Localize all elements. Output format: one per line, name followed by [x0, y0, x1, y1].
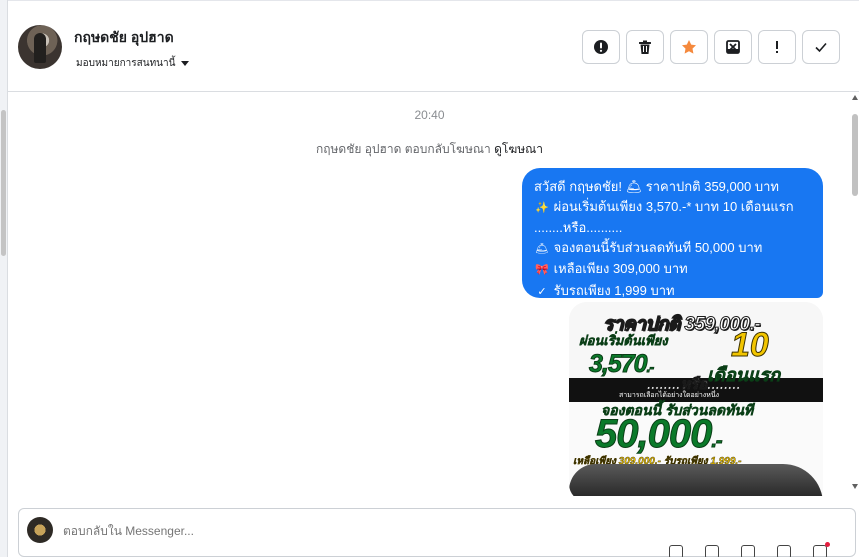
report-spam-button[interactable]: [582, 30, 620, 64]
caret-down-icon: [181, 61, 190, 66]
inbox-x-icon: [726, 40, 740, 54]
scroll-down-arrow-icon[interactable]: [852, 484, 858, 489]
sparkles-icon: ✨: [535, 201, 549, 214]
tag-icon[interactable]: [705, 545, 719, 557]
composer-tools: [669, 542, 830, 557]
car-image: [569, 464, 823, 496]
ad-image-message[interactable]: ราคาปกติ 359,000.- ผ่อนเริ่มต้นเพียง 3,5…: [569, 302, 823, 496]
outgoing-message-bubble[interactable]: สวัสดี กฤษดชัย! 🛎 ราคาปกติ 359,000 บาท ✨…: [522, 168, 823, 298]
assign-conversation-dropdown[interactable]: มอบหมายการสนทนานี้: [76, 56, 190, 71]
mark-done-button[interactable]: [802, 30, 840, 64]
emoji-icon[interactable]: [777, 545, 791, 557]
message-line: ✨ ผ่อนเริ่มต้นเพียง 3,570.-* บาท 10 เดือ…: [534, 197, 813, 219]
star-button[interactable]: [670, 30, 708, 64]
view-ad-link[interactable]: ดูโฆษณา: [494, 142, 543, 156]
message-line: 🎀 เหลือเพียง 309,000 บาท: [534, 259, 813, 281]
ad-reply-notice: กฤษดชัย อุปฮาด ตอบกลับโฆษณา ดูโฆษณา: [8, 140, 851, 159]
move-to-folder-button[interactable]: [714, 30, 752, 64]
contact-name[interactable]: กฤษดชัย อุปฮาด: [74, 27, 174, 49]
message-thread[interactable]: 20:40 กฤษดชัย อุปฮาด ตอบกลับโฆษณา ดูโฆษณ…: [8, 92, 851, 496]
message-line: ✓ รับรถเพียง 1,999 บาท: [534, 281, 813, 303]
message-timestamp: 20:40: [414, 108, 445, 122]
ad-installment-amount: 3,570.-: [589, 350, 655, 379]
checkmark-icon: ✓: [537, 285, 547, 298]
left-scrollbar[interactable]: [0, 0, 8, 557]
message-line: ........หรือ..........: [534, 220, 623, 236]
delete-button[interactable]: [626, 30, 664, 64]
contact-avatar[interactable]: [18, 25, 62, 69]
thread-scrollbar[interactable]: [851, 92, 859, 496]
attachment-icon[interactable]: [669, 545, 683, 557]
scrollbar-thumb[interactable]: [852, 114, 858, 196]
check-icon: [815, 42, 827, 53]
reply-composer: [18, 508, 856, 557]
bell-icon: 🛎: [535, 242, 549, 255]
mark-important-button[interactable]: [758, 30, 796, 64]
trash-icon: [639, 40, 651, 54]
message-line: สวัสดี กฤษดชัย! 🛎 ราคาปกติ 359,000 บาท: [534, 179, 779, 194]
conversation-header: กฤษดชัย อุปฮาด มอบหมายการสนทนานี้: [8, 0, 859, 92]
header-actions: [582, 30, 840, 64]
page-avatar: [27, 517, 53, 543]
ad-installment-label: ผ่อนเริ่มต้นเพียง: [579, 333, 668, 349]
scroll-up-arrow-icon[interactable]: [852, 95, 858, 100]
ribbon-icon: 🎀: [535, 264, 549, 277]
reply-input[interactable]: [63, 524, 663, 538]
star-icon: [682, 40, 696, 54]
inbox-conversation-panel: กฤษดชัย อุปฮาด มอบหมายการสนทนานี้ 20:40 …: [0, 0, 859, 557]
saved-reply-icon[interactable]: [813, 542, 830, 557]
message-line: 🛎 จองตอนนี้รับส่วนลดทันที 50,000 บาท: [534, 238, 813, 260]
left-scrollbar-thumb[interactable]: [1, 110, 6, 256]
image-icon[interactable]: [741, 545, 755, 557]
assign-label: มอบหมายการสนทนานี้: [76, 58, 176, 69]
ad-reply-text: กฤษดชัย อุปฮาด ตอบกลับโฆษณา: [315, 142, 491, 156]
alert-circle-icon: [594, 40, 608, 54]
avatar-figure: [34, 33, 46, 63]
ad-discount-amount: 50,000.-: [594, 412, 723, 457]
exclamation-icon: [776, 41, 778, 53]
